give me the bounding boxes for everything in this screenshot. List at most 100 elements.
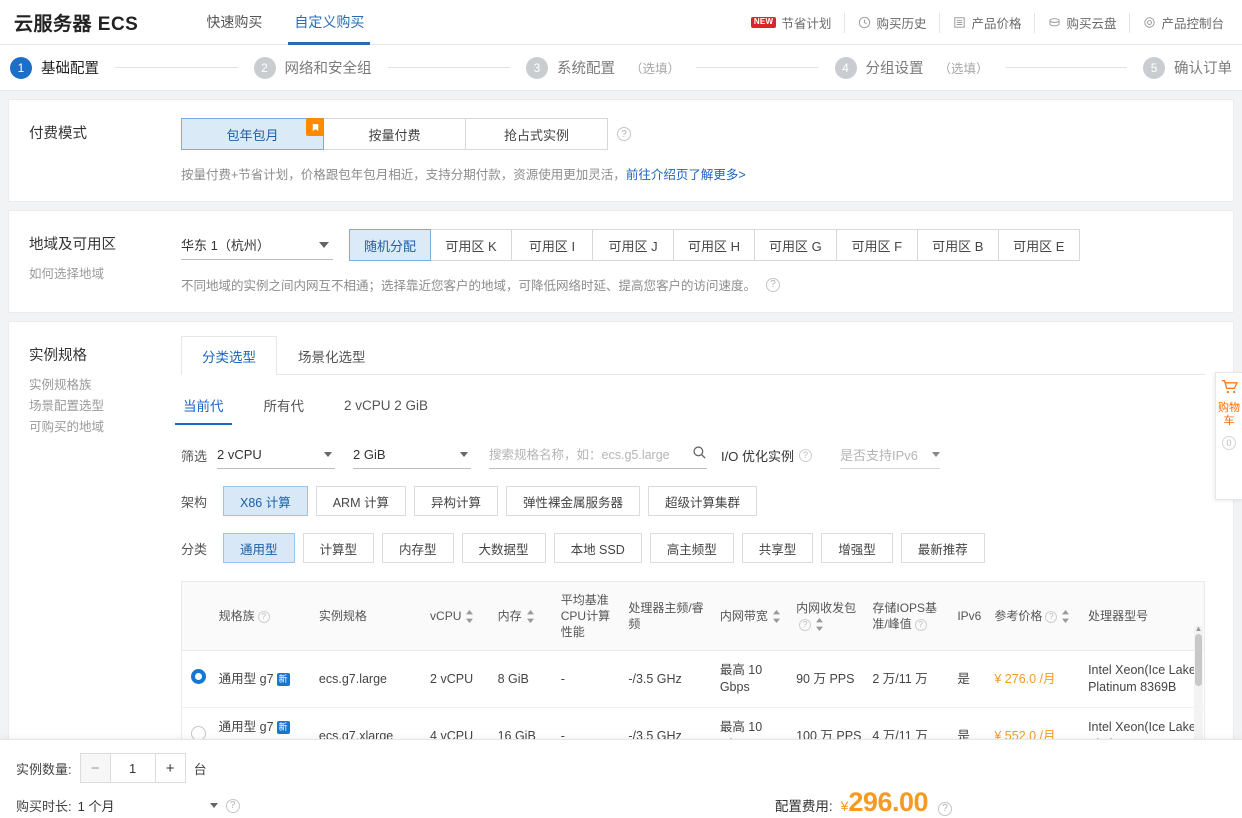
payment-description: 按量付费+节省计划，价格跟包年包月相近，支持分期付款，资源使用更加灵活，前往介绍…	[181, 164, 1233, 183]
payment-help-icon[interactable]: ?	[617, 127, 631, 141]
sort-icon[interactable]	[772, 610, 781, 623]
spec-subtabs: 当前代 所有代 2 vCPU 2 GiB	[181, 389, 1233, 421]
chevron-down-icon[interactable]	[210, 803, 218, 808]
category-bigdata[interactable]: 大数据型	[462, 533, 546, 563]
pps-help-icon[interactable]: ?	[799, 619, 811, 631]
category-general[interactable]: 通用型	[223, 533, 295, 563]
tab-scenario-selection[interactable]: 场景化选型	[277, 336, 387, 375]
iops-help-icon[interactable]: ?	[915, 619, 927, 631]
th-bandwidth[interactable]: 内网带宽	[716, 582, 792, 651]
category-memory[interactable]: 内存型	[382, 533, 454, 563]
payment-option-payg[interactable]: 按量付费	[323, 118, 466, 150]
category-enhanced[interactable]: 增强型	[821, 533, 893, 563]
fee-help-icon[interactable]: ?	[938, 802, 952, 816]
zone-e[interactable]: 可用区 E	[998, 229, 1080, 261]
top-link-purchase-history-label: 购买历史	[876, 13, 926, 32]
zone-g[interactable]: 可用区 G	[754, 229, 837, 261]
step-4-group-settings[interactable]: 4 分组设置 （选填）	[835, 57, 989, 79]
quantity-value[interactable]: 1	[111, 754, 155, 782]
nav-tab-custom-buy[interactable]: 自定义购买	[278, 0, 380, 45]
payment-description-link[interactable]: 前往介绍页了解更多>	[626, 168, 746, 182]
region-help-icon[interactable]: ?	[766, 278, 780, 292]
shopping-cart-widget[interactable]: 购物车 0	[1215, 372, 1242, 500]
row-1-radio[interactable]	[191, 669, 206, 684]
category-high-freq[interactable]: 高主频型	[650, 533, 734, 563]
sort-icon[interactable]	[815, 618, 824, 631]
quantity-increase-button[interactable]: +	[155, 754, 185, 782]
step-5-confirm-order[interactable]: 5 确认订单	[1143, 57, 1232, 79]
tab-category-selection[interactable]: 分类选型	[181, 336, 277, 375]
subtab-all-gen[interactable]: 所有代	[262, 389, 307, 421]
table-row[interactable]: 通用型 g7新 ecs.g7.large 2 vCPU 8 GiB - -/3.…	[182, 651, 1204, 708]
category-latest[interactable]: 最新推荐	[901, 533, 985, 563]
filter-ipv6-select[interactable]: 是否支持IPv6	[840, 441, 940, 469]
th-memory[interactable]: 内存	[494, 582, 557, 651]
th-price[interactable]: 参考价格?	[990, 582, 1084, 651]
duration-value[interactable]: 1 个月	[78, 796, 210, 815]
spec-link-regions[interactable]: 可购买的地域	[29, 417, 181, 438]
sort-icon[interactable]	[465, 610, 474, 623]
subtab-2vcpu-2gib[interactable]: 2 vCPU 2 GiB	[342, 392, 430, 419]
step-divider-2	[388, 67, 511, 68]
zone-j[interactable]: 可用区 J	[592, 229, 674, 261]
filter-memory-value: 2 GiB	[353, 447, 386, 462]
search-icon[interactable]	[692, 445, 707, 465]
step-3-system-config[interactable]: 3 系统配置 （选填）	[526, 57, 680, 79]
top-link-savings-plan[interactable]: NEW 节省计划	[738, 13, 846, 33]
top-link-purchase-history[interactable]: 购买历史	[845, 13, 940, 33]
io-help-icon[interactable]: ?	[799, 449, 812, 462]
top-link-console[interactable]: 产品控制台	[1130, 13, 1238, 33]
top-link-buy-disk[interactable]: 购买云盘	[1035, 13, 1130, 33]
arch-x86[interactable]: X86 计算	[223, 486, 308, 516]
region-howto-link[interactable]: 如何选择地域	[29, 264, 181, 285]
filter-vcpu-select[interactable]: 2 vCPU	[217, 441, 335, 469]
arch-bare-metal[interactable]: 弹性裸金属服务器	[506, 486, 640, 516]
step-divider-4	[1005, 67, 1128, 68]
step-2-network-security[interactable]: 2 网络和安全组	[254, 57, 372, 79]
top-link-product-price[interactable]: 产品价格	[940, 13, 1035, 33]
step-1-basic-config[interactable]: 1 基础配置	[10, 57, 99, 79]
spec-link-family[interactable]: 实例规格族	[29, 375, 181, 396]
th-vcpu-label: vCPU	[430, 609, 461, 623]
sort-icon[interactable]	[1061, 610, 1070, 623]
category-shared[interactable]: 共享型	[742, 533, 814, 563]
price-help-icon[interactable]: ?	[1045, 611, 1057, 623]
zone-b[interactable]: 可用区 B	[917, 229, 999, 261]
arch-arm[interactable]: ARM 计算	[316, 486, 406, 516]
search-input[interactable]	[489, 448, 679, 462]
family-help-icon[interactable]: ?	[258, 611, 270, 623]
subtab-current-gen[interactable]: 当前代	[181, 389, 226, 421]
category-compute[interactable]: 计算型	[303, 533, 375, 563]
th-vcpu[interactable]: vCPU	[426, 582, 494, 651]
quantity-stepper[interactable]: − 1 +	[80, 753, 186, 783]
payment-option-spot[interactable]: 抢占式实例	[465, 118, 608, 150]
filter-memory-select[interactable]: 2 GiB	[353, 441, 471, 469]
zone-k[interactable]: 可用区 K	[430, 229, 512, 261]
nav-tab-quick-buy[interactable]: 快速购买	[190, 0, 278, 45]
zone-i[interactable]: 可用区 I	[511, 229, 593, 261]
category-local-ssd[interactable]: 本地 SSD	[554, 533, 642, 563]
sort-icon[interactable]	[526, 610, 535, 623]
spec-search-box[interactable]	[489, 441, 707, 469]
payment-option-subscription[interactable]: 包年包月	[181, 118, 324, 150]
row-2-family-label: 通用型 g7	[219, 720, 274, 734]
row-1-family-label: 通用型 g7	[219, 672, 274, 686]
zone-h[interactable]: 可用区 H	[673, 229, 755, 261]
scroll-up-arrow-icon[interactable]: ▲	[1194, 624, 1203, 633]
arch-heterogeneous[interactable]: 异构计算	[414, 486, 498, 516]
spec-link-scenario[interactable]: 场景配置选型	[29, 396, 181, 417]
chevron-down-icon	[324, 452, 332, 457]
step-2-label: 网络和安全组	[285, 57, 372, 78]
quantity-decrease-button[interactable]: −	[81, 754, 111, 782]
table-scroll-thumb[interactable]	[1195, 634, 1202, 686]
duration-help-icon[interactable]: ?	[226, 799, 240, 813]
zone-f[interactable]: 可用区 F	[836, 229, 918, 261]
row-1-select-cell[interactable]	[182, 651, 215, 708]
payment-mode-options: 包年包月 按量付费 抢占式实例 ?	[181, 118, 1233, 150]
region-select[interactable]: 华东 1（杭州）	[181, 230, 333, 260]
zone-random[interactable]: 随机分配	[349, 229, 431, 261]
arch-supercomputing[interactable]: 超级计算集群	[648, 486, 757, 516]
row-1-memory: 8 GiB	[494, 651, 557, 708]
category-row: 分类 通用型 计算型 内存型 大数据型 本地 SSD 高主频型 共享型 增强型 …	[181, 533, 1233, 563]
th-pps[interactable]: 内网收发包?	[792, 582, 868, 651]
